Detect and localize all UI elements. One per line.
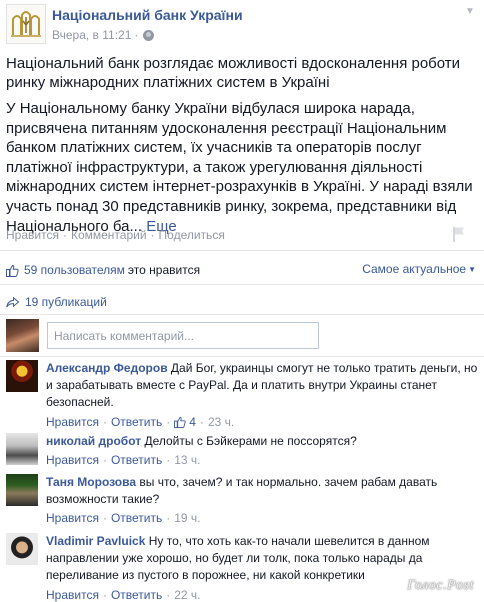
current-user-avatar[interactable] — [6, 319, 39, 352]
sort-label: Самое актуальное — [362, 262, 467, 276]
divider — [0, 356, 484, 357]
post-body-text: У Національному банку України відбулася … — [6, 100, 473, 235]
comment-actions: Нравится · Ответить · 19 ч. — [46, 510, 478, 527]
comment-like-button[interactable]: Нравится — [46, 510, 99, 527]
comment-timestamp[interactable]: 23 ч. — [208, 414, 234, 431]
write-comment-row — [6, 318, 476, 354]
page-name-link[interactable]: Національний банк України — [52, 7, 243, 23]
shares-summary[interactable]: 19 публикаций — [6, 293, 107, 311]
action-separator: · — [102, 511, 107, 526]
comment-timestamp[interactable]: 19 ч. — [174, 510, 200, 527]
comment-like-button[interactable]: Нравится — [46, 587, 99, 602]
divider — [0, 314, 484, 315]
comment-reply-button[interactable]: Ответить — [111, 510, 162, 527]
comment-like-button[interactable]: Нравится — [46, 452, 99, 469]
comment-avatar[interactable] — [6, 433, 38, 465]
nbu-logo-icon — [11, 11, 41, 37]
comment-body: Александр Федоров Дай Бог, украинцы смог… — [46, 360, 478, 431]
comment-input[interactable] — [47, 322, 319, 349]
likes-summary: 59 пользователям это нравится Самое акту… — [6, 261, 476, 279]
comment-timestamp[interactable]: 13 ч. — [174, 452, 200, 469]
comment-actions: Нравится · Ответить · 13 ч. — [46, 452, 478, 469]
caret-down-icon: ▼ — [468, 264, 476, 274]
comment-avatar[interactable] — [6, 360, 38, 392]
divider — [0, 250, 484, 251]
likes-label: это нравится — [127, 263, 201, 277]
action-separator: · — [62, 228, 67, 242]
flag-icon[interactable] — [452, 226, 466, 242]
comment-author-link[interactable]: Александр Федоров — [46, 361, 168, 375]
action-separator: · — [102, 453, 107, 468]
comment-reply-button[interactable]: Ответить — [111, 452, 162, 469]
post-meta: Вчера, в 11:21 · — [52, 28, 155, 42]
likes-count-link[interactable]: 59 пользователям — [24, 263, 125, 277]
post-text: У Національному банку України відбулася … — [6, 99, 478, 236]
action-separator: · — [102, 414, 107, 429]
watermark: Голос.Post — [407, 578, 474, 593]
post-header: Національний банк України Вчера, в 11:21… — [6, 4, 476, 48]
action-separator: · — [102, 587, 107, 602]
meta-separator: · — [134, 28, 139, 42]
comment-body: николай дробот Делойты с Бэйкерами не по… — [46, 433, 478, 469]
action-separator: · — [166, 414, 171, 429]
chevron-down-icon[interactable]: ▼ — [464, 6, 476, 18]
comment-author-link[interactable]: Vladimir Pavluick — [46, 534, 145, 548]
comment-timestamp[interactable]: 22 ч. — [174, 587, 200, 602]
action-separator: · — [199, 414, 204, 429]
action-separator: · — [166, 587, 171, 602]
comment-like-button[interactable]: Нравится — [46, 414, 99, 431]
thumbs-up-icon — [174, 417, 186, 429]
comment-text: Делойты с Бэйкерами не поссорятся? — [144, 434, 357, 448]
action-separator: · — [166, 453, 171, 468]
page-avatar[interactable] — [6, 4, 46, 44]
post-title: Національний банк розглядає можливості в… — [6, 55, 461, 91]
comment-like-number: 4 — [189, 414, 196, 429]
comment-button[interactable]: Комментарий — [71, 228, 147, 242]
post-timestamp[interactable]: Вчера, в 11:21 — [52, 28, 131, 42]
comment-reply-button[interactable]: Ответить — [111, 414, 162, 431]
like-button[interactable]: Нравится — [6, 228, 59, 242]
comment-avatar[interactable] — [6, 533, 38, 565]
comment-reply-button[interactable]: Ответить — [111, 587, 162, 602]
share-button[interactable]: Поделиться — [159, 228, 225, 242]
comment-avatar[interactable] — [6, 474, 38, 506]
thumbs-up-icon — [6, 264, 19, 277]
post-action-bar: Нравится · Комментарий · Поделиться — [6, 226, 476, 244]
comment-actions: Нравится · Ответить · 4 · 23 ч. — [46, 414, 478, 431]
comment-sort-dropdown[interactable]: Самое актуальное ▼ — [362, 262, 476, 276]
comment-like-count[interactable]: 4 — [174, 414, 196, 431]
divider — [0, 284, 484, 285]
comment-body: Таня Морозова вы что, зачем? и так норма… — [46, 474, 478, 528]
action-separator: · — [150, 228, 155, 242]
shares-count-link[interactable]: 19 публикаций — [25, 295, 107, 309]
action-separator: · — [166, 511, 171, 526]
comment-author-link[interactable]: николай дробот — [46, 434, 141, 448]
comment-author-link[interactable]: Таня Морозова — [46, 475, 136, 489]
share-arrow-icon — [6, 296, 19, 307]
globe-icon[interactable] — [143, 29, 155, 41]
